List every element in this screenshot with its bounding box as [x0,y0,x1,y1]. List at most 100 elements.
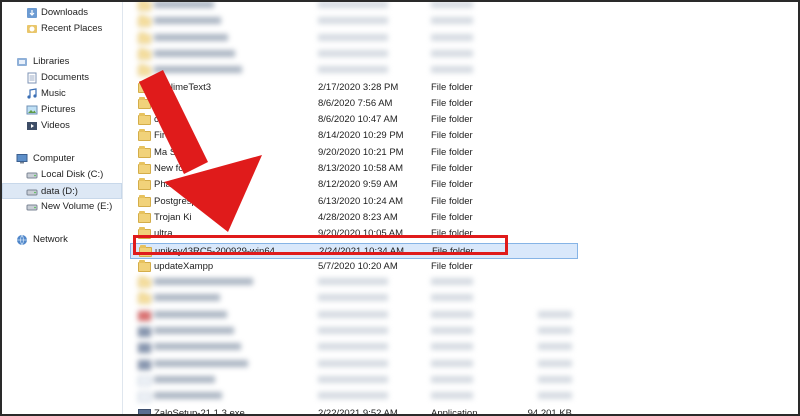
blurred-text-placeholder [154,278,253,286]
blurred-text-placeholder [318,278,388,286]
drive-icon [26,172,38,179]
blurred-text-placeholder [431,327,473,334]
blurred-text-placeholder [538,359,572,367]
file-type [431,373,473,389]
file-date-modified [318,291,388,307]
file-date-modified: 2/22/2021 9:52 AM [318,407,398,416]
nav-item-downloads[interactable]: Downloads [2,5,122,21]
folder-icon [138,292,151,305]
file-date-modified [318,357,388,373]
folder-icon [138,145,151,158]
nav-item-libraries[interactable]: Libraries [2,54,122,70]
blurred-text-placeholder [318,310,388,318]
folder-icon [138,276,151,289]
nav-item-computer[interactable]: Computer [2,151,122,167]
file-date-modified [318,47,388,63]
nav-item-drive-e[interactable]: New Volume (E:) [2,199,122,215]
nav-item-pictures[interactable]: Pictures [2,102,122,118]
nav-item-network[interactable]: Network [2,232,122,248]
file-name: Trojan Ki [154,211,192,223]
folder-icon [138,259,151,272]
nav-item-documents[interactable]: Documents [2,70,122,86]
file-size [512,389,572,405]
blurred-text-placeholder [431,66,473,74]
file-name [154,373,215,389]
file-name: PhamMem [154,179,200,191]
file-date-modified [318,14,388,30]
file-row[interactable] [130,275,790,291]
nav-item-drive-c[interactable]: Local Disk (C:) [2,167,122,183]
file-date-modified: 8/6/2020 7:56 AM [318,97,393,109]
blurred-text-placeholder [318,392,388,400]
nav-item-recent-places[interactable]: Recent Places [2,21,122,37]
file-row[interactable]: PhamMem 8/12/2020 9:59 AM File folder [130,177,790,193]
blurred-text-placeholder [431,2,473,8]
file-name [154,340,241,356]
file-name [154,47,235,63]
file-row[interactable] [130,324,790,340]
blurred-text-placeholder [154,310,227,318]
file-name: om [154,97,168,109]
explorer-window: Downloads Recent Places Libraries Docume… [0,0,800,416]
blurred-text-placeholder [318,327,388,334]
file-row[interactable]: cr ffice 8/6/2020 10:47 AM File folder [130,112,790,128]
file-row[interactable] [130,340,790,356]
nav-item-label: Libraries [33,56,70,67]
installer-icon [138,343,151,354]
blurred-text-placeholder [318,66,388,74]
file-row[interactable] [130,47,790,63]
file-row[interactable] [130,308,790,324]
file-date-modified [318,63,388,79]
file-type: File folder [431,81,473,93]
file-date-modified: 8/13/2020 10:58 AM [318,163,404,174]
file-date-modified [318,31,388,47]
favorites-group: Downloads Recent Places [2,5,122,37]
nav-item-music[interactable]: Music [2,86,122,102]
file-row[interactable]: Fire 8/14/2020 10:29 PM File folder [130,128,790,144]
navigation-pane: Downloads Recent Places Libraries Docume… [2,2,123,414]
file-name [154,324,234,340]
blurred-text-placeholder [431,49,473,57]
file-date-modified [318,340,388,356]
blurred-text-placeholder [318,33,388,41]
nav-item-label: Videos [41,120,70,131]
file-row[interactable] [130,31,790,47]
file-row[interactable]: Ma Sc 9/20/2020 10:21 PM File folder [130,145,790,161]
computer-icon [16,154,28,164]
file-date-modified: 8/12/2020 9:59 AM [318,179,398,191]
blurred-text-placeholder [431,294,473,302]
file-row[interactable] [130,389,790,405]
blurred-text-placeholder [318,294,388,302]
file-row[interactable]: Postgresp 6/13/2020 10:24 AM File folder [130,194,790,210]
file-row[interactable] [130,357,790,373]
file-name [154,275,253,291]
blurred-text-placeholder [538,343,572,351]
file-row[interactable]: New fold 8/13/2020 10:58 AM File folder [130,161,790,177]
file-row[interactable] [130,63,790,79]
file-type: File folder [431,130,473,142]
file-name: Postgresp [154,195,197,207]
file-row[interactable] [130,291,790,307]
blurred-text-placeholder [431,359,473,367]
file-type [431,324,473,340]
installer-icon [138,408,151,414]
blurred-text-placeholder [538,327,572,334]
file-row[interactable] [130,14,790,30]
file-date-modified: 6/13/2020 10:24 AM [318,195,404,207]
file-row[interactable]: ZaloSetup-21.1.3.exe 2/22/2021 9:52 AM App… [130,406,790,416]
file-row[interactable] [130,373,790,389]
file-row[interactable] [130,2,790,14]
file-type [431,308,473,324]
nav-item-videos[interactable]: Videos [2,118,122,134]
nav-item-label: Documents [41,72,90,83]
nav-item-label: data (D:) [41,186,78,197]
file-row[interactable]: updateXampp 5/7/2020 10:20 AM File folder [130,259,790,275]
folder-icon [138,31,151,44]
file-row[interactable]: om 8/6/2020 7:56 AM File folder [130,96,790,112]
file-row[interactable]: SublimeText3 2/17/2020 3:28 PM File folder [130,80,790,96]
file-size [512,357,572,373]
blurred-text-placeholder [154,327,234,334]
nav-item-drive-d[interactable]: data (D:) [2,183,122,199]
folder-icon [138,47,151,60]
file-row[interactable]: Trojan Ki 4/28/2020 8:23 AM File folder [130,210,790,226]
